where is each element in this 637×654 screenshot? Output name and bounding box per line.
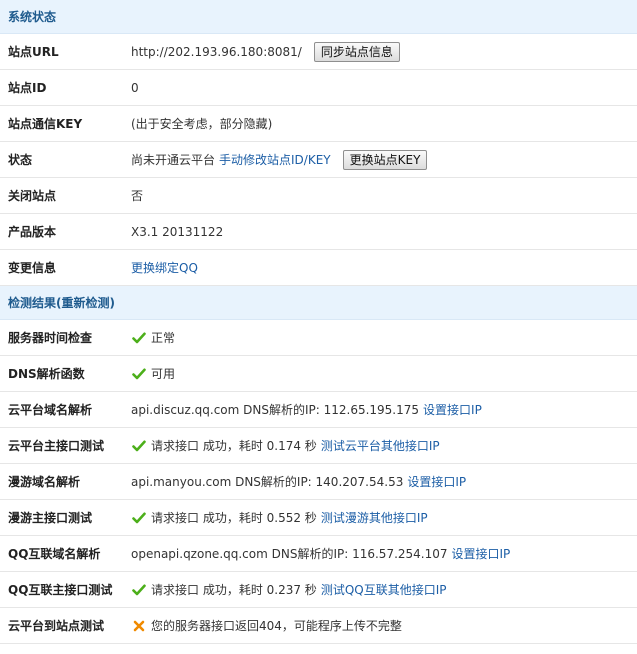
check-result-link[interactable]: 测试QQ互联其他接口IP: [321, 581, 447, 598]
check-result-row: 服务器时间检查 正常: [0, 320, 637, 356]
check-result-text: 请求接口 成功，耗时 0.237 秒: [151, 583, 317, 597]
site-url-value: http://202.193.96.180:8081/: [131, 44, 302, 59]
check-result-label: QQ互联域名解析: [8, 547, 101, 561]
check-result-link[interactable]: 设置接口IP: [407, 473, 466, 490]
check-result-text: 正常: [151, 331, 176, 345]
site-url-label: 站点URL: [8, 45, 59, 59]
check-result-row: 云平台域名解析 api.discuz.qq.com DNS解析的IP: 112.6…: [0, 392, 637, 428]
site-key-value: (出于安全考虑，部分隐藏): [131, 117, 273, 131]
check-result-row: 漫游域名解析 api.manyou.com DNS解析的IP: 140.207.5…: [0, 464, 637, 500]
cloud-platform-status-panel: 系统状态 站点URL http://202.193.96.180:8081/ 同…: [0, 0, 637, 644]
site-id-row: 站点ID 0: [0, 70, 637, 106]
state-value: 尚未开通云平台: [131, 153, 216, 167]
product-version-value: X3.1 20131122: [131, 224, 224, 239]
check-result-text: openapi.qzone.qq.com DNS解析的IP: 116.57.25…: [131, 547, 448, 561]
cross-icon: [131, 619, 147, 633]
check-result-text: 您的服务器接口返回404，可能程序上传不完整: [151, 619, 402, 633]
check-result-label: QQ互联主接口测试: [8, 583, 113, 597]
state-row: 状态 尚未开通云平台 手动修改站点ID/KEY 更换站点KEY: [0, 142, 637, 178]
check-result-row: DNS解析函数 可用: [0, 356, 637, 392]
check-result-link[interactable]: 测试云平台其他接口IP: [321, 437, 440, 454]
system-status-header: 系统状态: [0, 0, 637, 34]
site-closed-label: 关闭站点: [8, 189, 57, 203]
check-result-text: api.manyou.com DNS解析的IP: 140.207.54.53: [131, 475, 404, 489]
site-key-row: 站点通信KEY (出于安全考虑，部分隐藏): [0, 106, 637, 142]
product-version-label: 产品版本: [8, 225, 57, 239]
check-result-label: 漫游主接口测试: [8, 511, 93, 525]
check-result-text: 请求接口 成功，耗时 0.174 秒: [151, 439, 317, 453]
check-icon: [131, 583, 147, 597]
sync-site-info-button[interactable]: 同步站点信息: [313, 41, 400, 62]
change-info-row: 变更信息 更换绑定QQ: [0, 250, 637, 286]
check-result-label: 云平台主接口测试: [8, 439, 105, 453]
check-result-text: 可用: [151, 367, 176, 381]
check-results-header[interactable]: 检测结果(重新检测): [0, 286, 637, 320]
check-result-text: api.discuz.qq.com DNS解析的IP: 112.65.195.1…: [131, 403, 420, 417]
change-site-key-button[interactable]: 更换站点KEY: [342, 149, 428, 170]
site-closed-row: 关闭站点 否: [0, 178, 637, 214]
check-icon: [131, 331, 147, 345]
check-result-label: 云平台到站点测试: [8, 619, 105, 633]
check-icon: [131, 367, 147, 381]
check-result-row: 云平台主接口测试 请求接口 成功，耗时 0.174 秒测试云平台其他接口IP: [0, 428, 637, 464]
site-url-row: 站点URL http://202.193.96.180:8081/ 同步站点信息: [0, 34, 637, 70]
rebind-qq-link[interactable]: 更换绑定QQ: [131, 259, 198, 276]
check-result-link[interactable]: 设置接口IP: [452, 545, 511, 562]
check-icon: [131, 439, 147, 453]
product-version-row: 产品版本 X3.1 20131122: [0, 214, 637, 250]
check-result-row: QQ互联域名解析 openapi.qzone.qq.com DNS解析的IP: 1…: [0, 536, 637, 572]
check-result-label: 云平台域名解析: [8, 403, 93, 417]
check-result-row: QQ互联主接口测试 请求接口 成功，耗时 0.237 秒测试QQ互联其他接口IP: [0, 572, 637, 608]
check-result-label: 漫游域名解析: [8, 475, 81, 489]
check-result-link[interactable]: 测试漫游其他接口IP: [321, 509, 428, 526]
check-result-text: 请求接口 成功，耗时 0.552 秒: [151, 511, 317, 525]
state-label: 状态: [8, 153, 33, 167]
check-icon: [131, 511, 147, 525]
check-results-list: 服务器时间检查 正常 DNS解析函数 可用云平台域名解析 api.discuz.qq.c…: [0, 320, 637, 644]
check-result-row: 漫游主接口测试 请求接口 成功，耗时 0.552 秒测试漫游其他接口IP: [0, 500, 637, 536]
check-result-row: 云平台到站点测试 您的服务器接口返回404，可能程序上传不完整: [0, 608, 637, 644]
check-result-link[interactable]: 设置接口IP: [423, 401, 482, 418]
site-id-value: 0: [131, 80, 139, 95]
change-info-label: 变更信息: [8, 261, 57, 275]
edit-site-id-key-link[interactable]: 手动修改站点ID/KEY: [219, 151, 331, 168]
check-result-label: 服务器时间检查: [8, 331, 93, 345]
site-key-label: 站点通信KEY: [8, 117, 83, 131]
check-result-label: DNS解析函数: [8, 367, 85, 381]
site-id-label: 站点ID: [8, 81, 47, 95]
site-closed-value: 否: [131, 189, 144, 203]
